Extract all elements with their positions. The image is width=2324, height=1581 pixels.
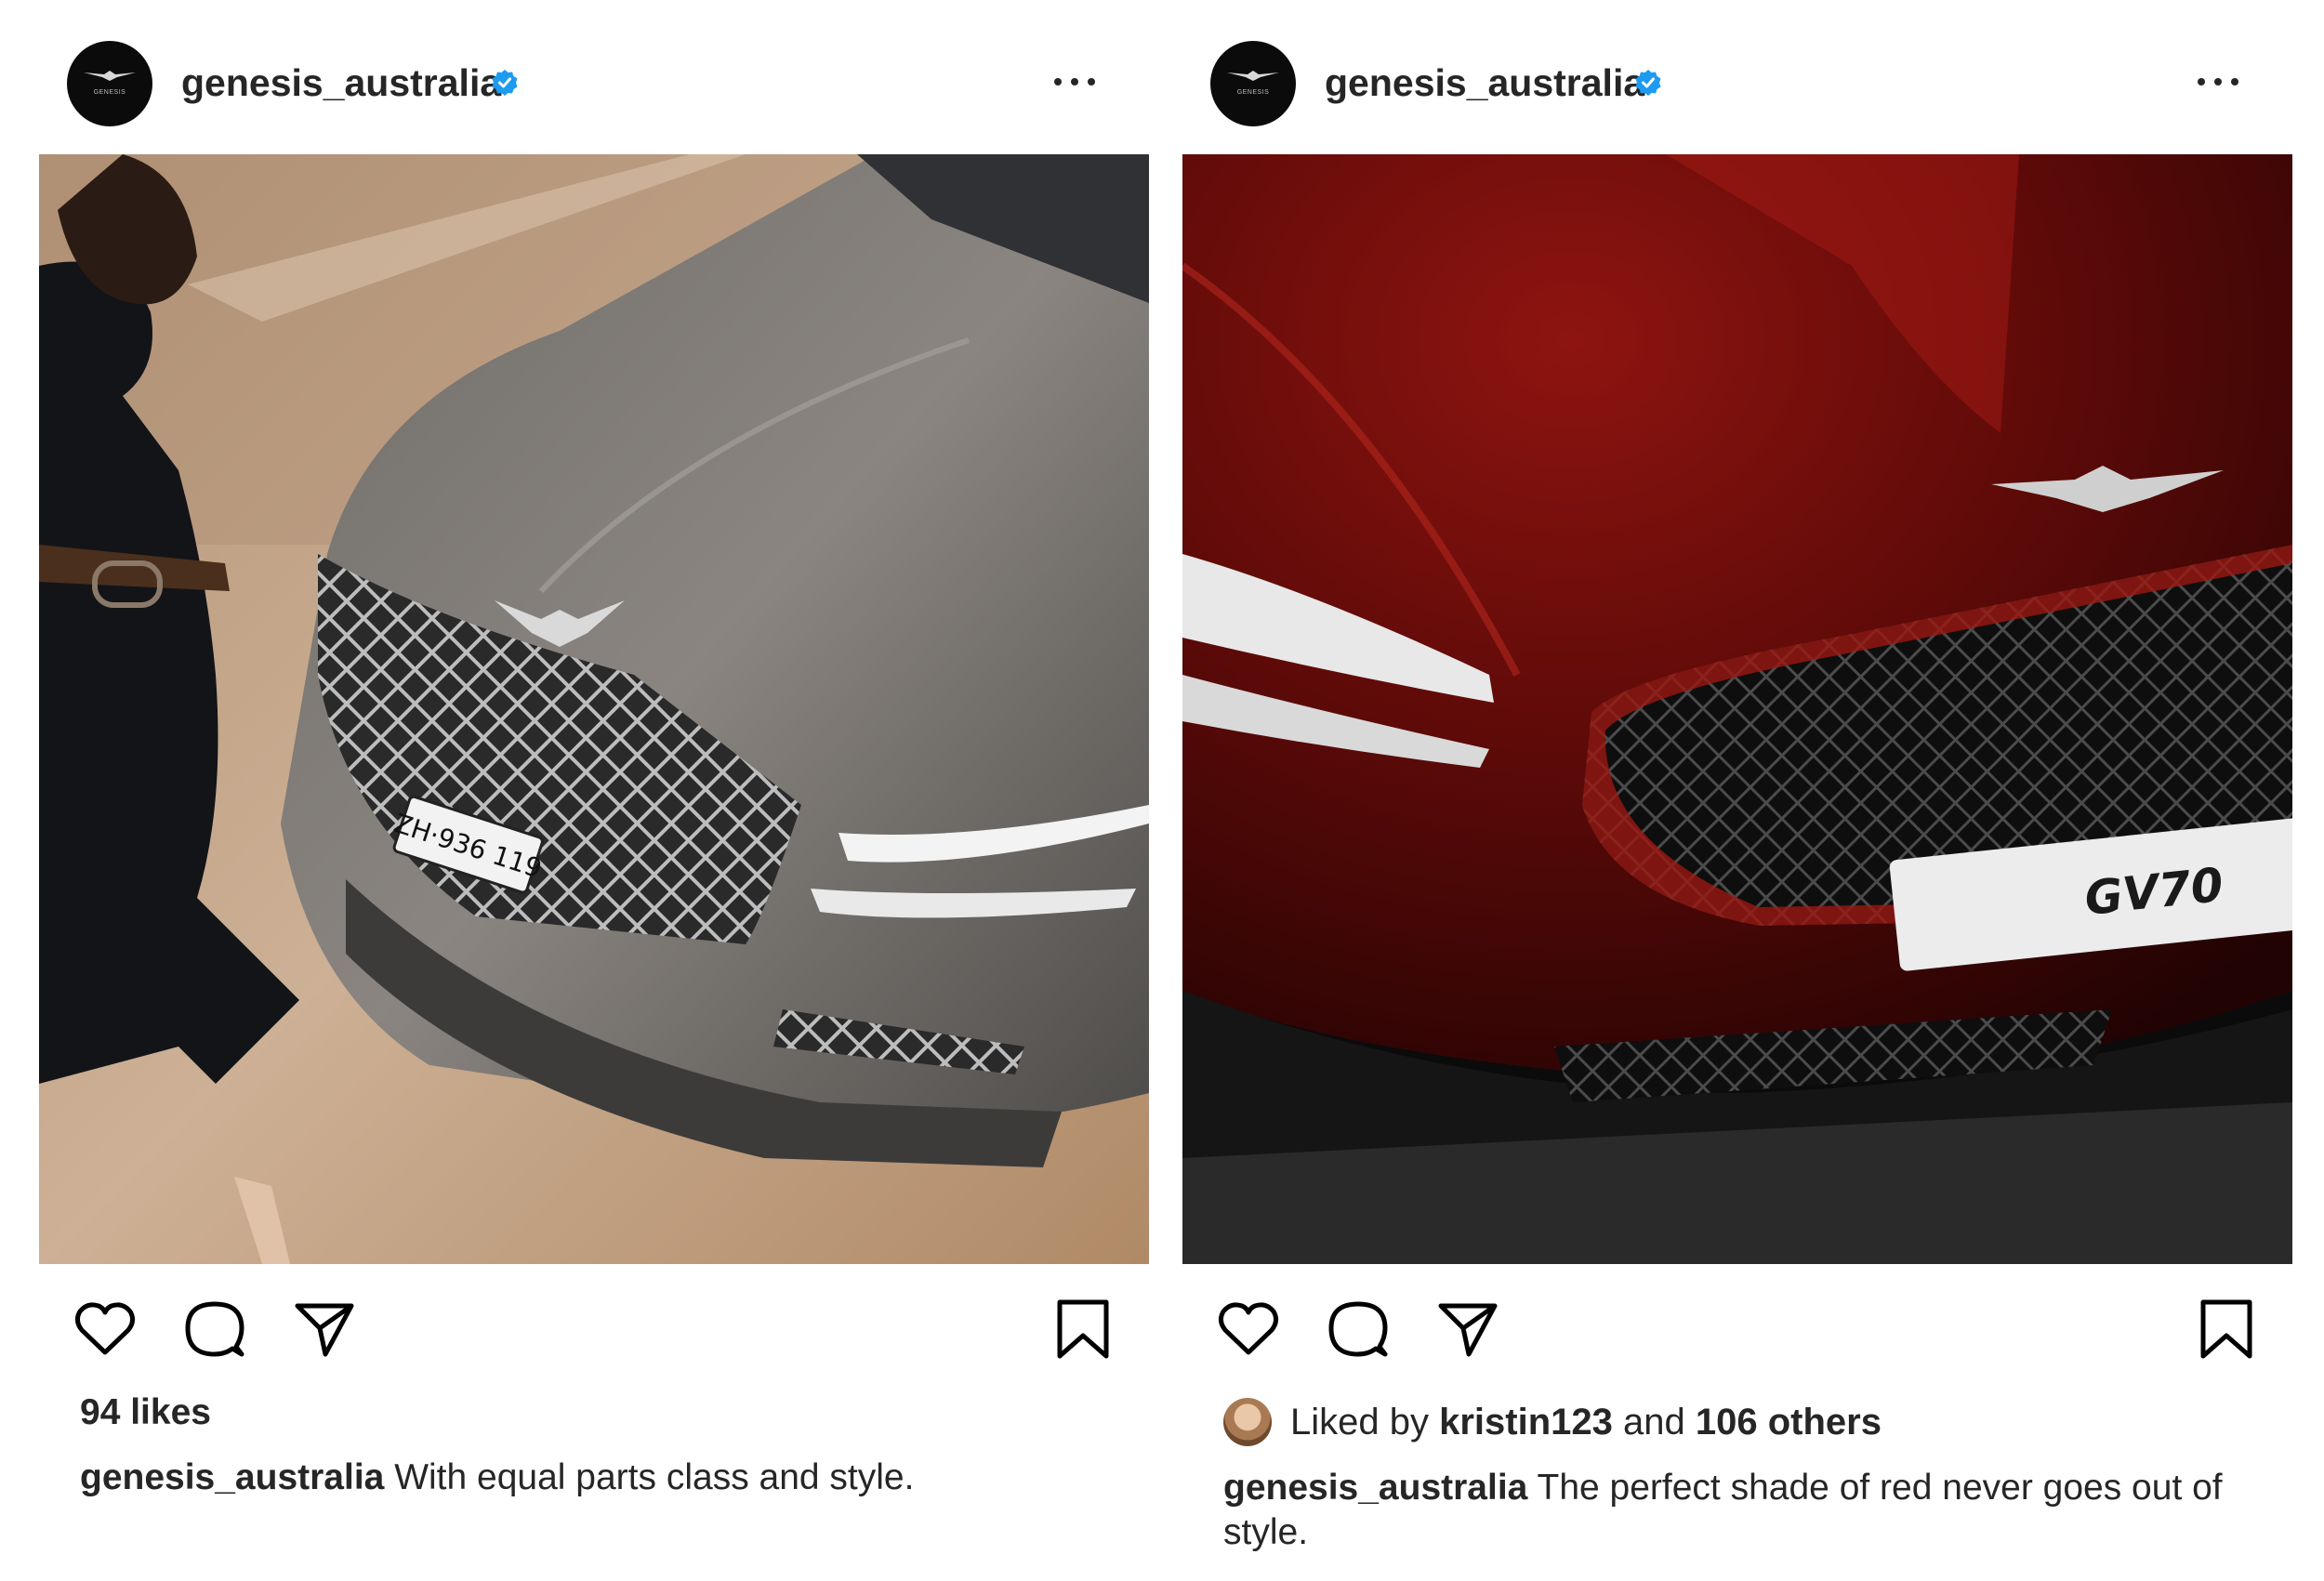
profile-avatar[interactable]: GENESIS: [67, 41, 152, 126]
caption-username[interactable]: genesis_australia: [1223, 1468, 1527, 1508]
likes-count[interactable]: 94 likes: [80, 1392, 211, 1433]
avatar-label: GENESIS: [93, 89, 126, 96]
genesis-wings-logo-icon: [84, 71, 136, 81]
grey-sedan-photo: ZH·936 119: [39, 154, 1149, 1264]
caption: genesis_australia With equal parts class…: [80, 1456, 1130, 1500]
post-image[interactable]: ZH·936 119: [39, 154, 1149, 1264]
liked-prefix: Liked by: [1290, 1402, 1429, 1443]
bookmark-icon[interactable]: [1050, 1297, 1116, 1362]
action-bar: [73, 1297, 1116, 1362]
verified-badge-icon: [492, 70, 518, 96]
post-left: GENESIS genesis_australia ZH·936 119 94 …: [39, 0, 1149, 1581]
liked-others[interactable]: 106 others: [1696, 1402, 1882, 1443]
genesis-wings-logo-icon: [1227, 71, 1279, 81]
username[interactable]: genesis_australia: [1325, 61, 1644, 105]
liked-by-text: Liked by kristin123 and 106 others: [1290, 1402, 1882, 1443]
post-right: GENESIS genesis_australia GV70 Liked by …: [1182, 0, 2292, 1581]
comment-bubble-icon[interactable]: [1326, 1297, 1391, 1362]
paper-plane-icon[interactable]: [1435, 1297, 1500, 1362]
bookmark-icon[interactable]: [2194, 1297, 2259, 1362]
more-options-icon[interactable]: [1054, 59, 1095, 100]
liked-user[interactable]: kristin123: [1439, 1402, 1613, 1443]
post-header: GENESIS genesis_australia: [1210, 41, 2292, 126]
paper-plane-icon[interactable]: [292, 1297, 357, 1362]
profile-avatar[interactable]: GENESIS: [1210, 41, 1296, 126]
comment-bubble-icon[interactable]: [182, 1297, 247, 1362]
avatar-label: GENESIS: [1236, 89, 1270, 96]
caption-username[interactable]: genesis_australia: [80, 1457, 384, 1497]
liked-and: and: [1623, 1402, 1685, 1443]
verified-badge-icon: [1635, 70, 1661, 96]
heart-icon[interactable]: [73, 1297, 138, 1362]
heart-icon[interactable]: [1216, 1297, 1281, 1362]
action-bar: [1216, 1297, 2259, 1362]
username[interactable]: genesis_australia: [181, 61, 501, 105]
red-suv-photo: GV70: [1182, 154, 2292, 1264]
post-image[interactable]: GV70: [1182, 154, 2292, 1264]
more-options-icon[interactable]: [2198, 59, 2238, 100]
post-header: GENESIS genesis_australia: [67, 41, 1149, 126]
liker-avatar[interactable]: [1223, 1398, 1272, 1446]
caption-text: With equal parts class and style.: [394, 1457, 915, 1497]
caption: genesis_australia The perfect shade of r…: [1223, 1466, 2274, 1555]
